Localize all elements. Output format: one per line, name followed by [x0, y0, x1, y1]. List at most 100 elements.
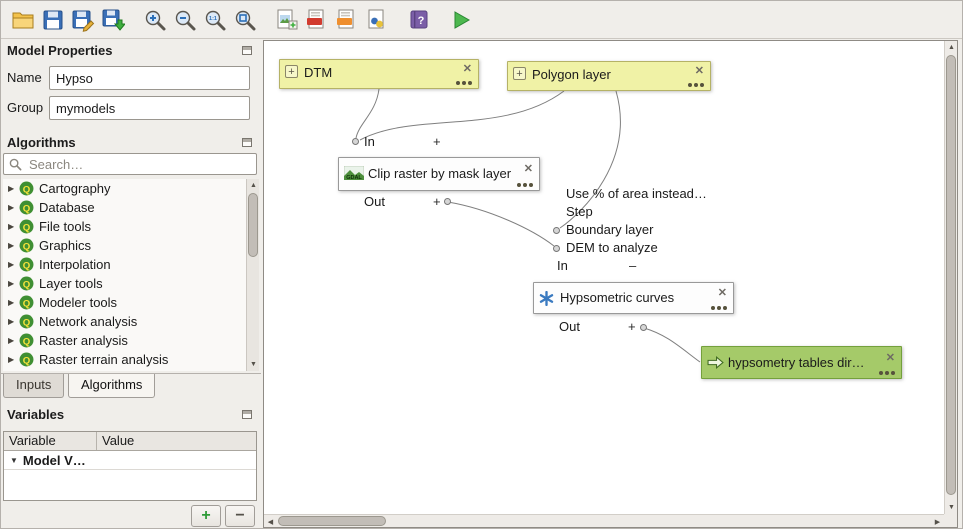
- export-as-image-button[interactable]: [272, 5, 302, 35]
- scroll-down-icon[interactable]: ▼: [247, 358, 259, 371]
- add-variable-button[interactable]: +: [191, 505, 221, 527]
- delete-node-icon[interactable]: ✕: [718, 286, 727, 299]
- hypso-in-collapse[interactable]: –: [629, 257, 636, 275]
- model-node-output[interactable]: hypsometry tables dir… ✕: [701, 346, 902, 379]
- scroll-right-icon[interactable]: ▶: [931, 515, 944, 528]
- scroll-down-icon[interactable]: ▼: [945, 501, 958, 514]
- tree-item-cartography[interactable]: ▶ Q Cartography: [3, 179, 259, 198]
- collapse-arrow-icon[interactable]: ▼: [10, 456, 18, 465]
- delete-node-icon[interactable]: ✕: [524, 162, 533, 175]
- zoom-out-button[interactable]: [170, 5, 200, 35]
- qgis-provider-icon: Q: [19, 200, 34, 215]
- model-canvas[interactable]: + DTM ✕ + Polygon layer ✕ In + GDAL Clip…: [263, 40, 958, 528]
- socket-clip-out[interactable]: [444, 198, 451, 205]
- tab-algorithms[interactable]: Algorithms: [68, 374, 155, 398]
- svg-text:Q: Q: [23, 222, 31, 233]
- tree-scrollbar[interactable]: ▲ ▼: [246, 179, 259, 371]
- model-node-polygon-layer[interactable]: + Polygon layer ✕: [507, 61, 711, 91]
- expand-arrow-icon[interactable]: ▶: [8, 355, 19, 364]
- expand-node-dots[interactable]: [517, 183, 533, 187]
- float-panel-icon[interactable]: [242, 138, 252, 147]
- delete-node-icon[interactable]: ✕: [463, 62, 472, 75]
- save-model-as-button[interactable]: [68, 5, 98, 35]
- zoom-actual-button[interactable]: 1:1: [200, 5, 230, 35]
- expand-node-dots[interactable]: [688, 83, 704, 87]
- canvas-horizontal-scrollbar[interactable]: ◀ ▶: [264, 514, 944, 527]
- tree-item-graphics[interactable]: ▶ Q Graphics: [3, 236, 259, 255]
- expand-node-dots[interactable]: [711, 306, 727, 310]
- delete-node-icon[interactable]: ✕: [886, 351, 895, 364]
- zoom-full-button[interactable]: [230, 5, 260, 35]
- expand-arrow-icon[interactable]: ▶: [8, 336, 19, 345]
- scrollbar-thumb[interactable]: [278, 516, 386, 526]
- socket-hypso-out[interactable]: [640, 324, 647, 331]
- tree-item-database[interactable]: ▶ Q Database: [3, 198, 259, 217]
- clip-out-expand[interactable]: +: [433, 193, 441, 211]
- hypso-input-step[interactable]: Step: [566, 203, 593, 221]
- expand-arrow-icon[interactable]: ▶: [8, 222, 19, 231]
- socket-hypso-dem[interactable]: [553, 245, 560, 252]
- tree-item-interpolation[interactable]: ▶ Q Interpolation: [3, 255, 259, 274]
- open-model-button[interactable]: [8, 5, 38, 35]
- float-panel-icon[interactable]: [242, 46, 252, 55]
- socket-hypso-boundary[interactable]: [553, 227, 560, 234]
- scroll-up-icon[interactable]: ▲: [247, 179, 259, 192]
- tree-item-modeler-tools[interactable]: ▶ Q Modeler tools: [3, 293, 259, 312]
- variables-table-header: Variable Value: [4, 432, 256, 451]
- expand-arrow-icon[interactable]: ▶: [8, 203, 19, 212]
- svg-text:GDAL: GDAL: [346, 175, 362, 180]
- delete-node-icon[interactable]: ✕: [695, 64, 704, 77]
- scroll-left-icon[interactable]: ◀: [264, 515, 277, 528]
- expand-arrow-icon[interactable]: ▶: [8, 298, 19, 307]
- export-as-pdf-button[interactable]: [302, 5, 332, 35]
- expand-node-dots[interactable]: [879, 371, 895, 375]
- export-image-icon: [275, 8, 299, 32]
- hypso-out-expand[interactable]: +: [628, 318, 636, 336]
- expand-arrow-icon[interactable]: ▶: [8, 317, 19, 326]
- remove-variable-button[interactable]: −: [225, 505, 255, 527]
- float-panel-icon[interactable]: [242, 410, 252, 419]
- expand-arrow-icon[interactable]: ▶: [8, 241, 19, 250]
- qgis-provider-icon: Q: [19, 276, 34, 291]
- tree-item-layer-tools[interactable]: ▶ Q Layer tools: [3, 274, 259, 293]
- run-model-button[interactable]: [446, 5, 476, 35]
- input-parameter-icon: +: [285, 65, 298, 78]
- model-node-clip-raster[interactable]: GDAL Clip raster by mask layer ✕: [338, 157, 540, 191]
- save-model-in-project-button[interactable]: [98, 5, 128, 35]
- save-model-button[interactable]: [38, 5, 68, 35]
- model-name-input[interactable]: [49, 66, 250, 90]
- tree-item-label: Database: [39, 200, 95, 215]
- help-icon: ?: [407, 8, 431, 32]
- hypso-input-dem[interactable]: DEM to analyze: [566, 239, 658, 257]
- scroll-up-icon[interactable]: ▲: [945, 41, 958, 54]
- zoom-in-button[interactable]: [140, 5, 170, 35]
- edit-model-help-button[interactable]: ?: [404, 5, 434, 35]
- tab-inputs[interactable]: Inputs: [3, 374, 64, 398]
- export-as-python-script-button[interactable]: [362, 5, 392, 35]
- model-node-dtm[interactable]: + DTM ✕: [279, 59, 479, 89]
- canvas-vertical-scrollbar[interactable]: ▲ ▼: [944, 41, 957, 514]
- tree-item-network-analysis[interactable]: ▶ Q Network analysis: [3, 312, 259, 331]
- expand-arrow-icon[interactable]: ▶: [8, 260, 19, 269]
- tree-item-raster-analysis[interactable]: ▶ Q Raster analysis: [3, 331, 259, 350]
- tree-item-file-tools[interactable]: ▶ Q File tools: [3, 217, 259, 236]
- scrollbar-thumb[interactable]: [946, 55, 956, 495]
- svg-text:Q: Q: [23, 279, 31, 290]
- hypso-input-boundary-layer[interactable]: Boundary layer: [566, 221, 653, 239]
- model-group-input[interactable]: [49, 96, 250, 120]
- model-variables-group-row[interactable]: ▼ Model V…: [4, 451, 256, 470]
- scrollbar-thumb[interactable]: [248, 193, 258, 257]
- expand-arrow-icon[interactable]: ▶: [8, 184, 19, 193]
- hypso-input-use-area[interactable]: Use % of area instead…: [566, 185, 707, 203]
- expand-arrow-icon[interactable]: ▶: [8, 279, 19, 288]
- socket-clip-in[interactable]: [352, 138, 359, 145]
- export-as-svg-button[interactable]: [332, 5, 362, 35]
- tree-item-raster-terrain-analysis[interactable]: ▶ Q Raster terrain analysis: [3, 350, 259, 369]
- search-input[interactable]: [27, 156, 256, 173]
- clip-in-expand[interactable]: +: [433, 133, 441, 151]
- qgis-provider-icon: Q: [19, 238, 34, 253]
- tree-item-label: Modeler tools: [39, 295, 117, 310]
- model-node-hypsometric-curves[interactable]: Hypsometric curves ✕: [533, 282, 734, 314]
- qgis-provider-icon: Q: [19, 352, 34, 367]
- expand-node-dots[interactable]: [456, 81, 472, 85]
